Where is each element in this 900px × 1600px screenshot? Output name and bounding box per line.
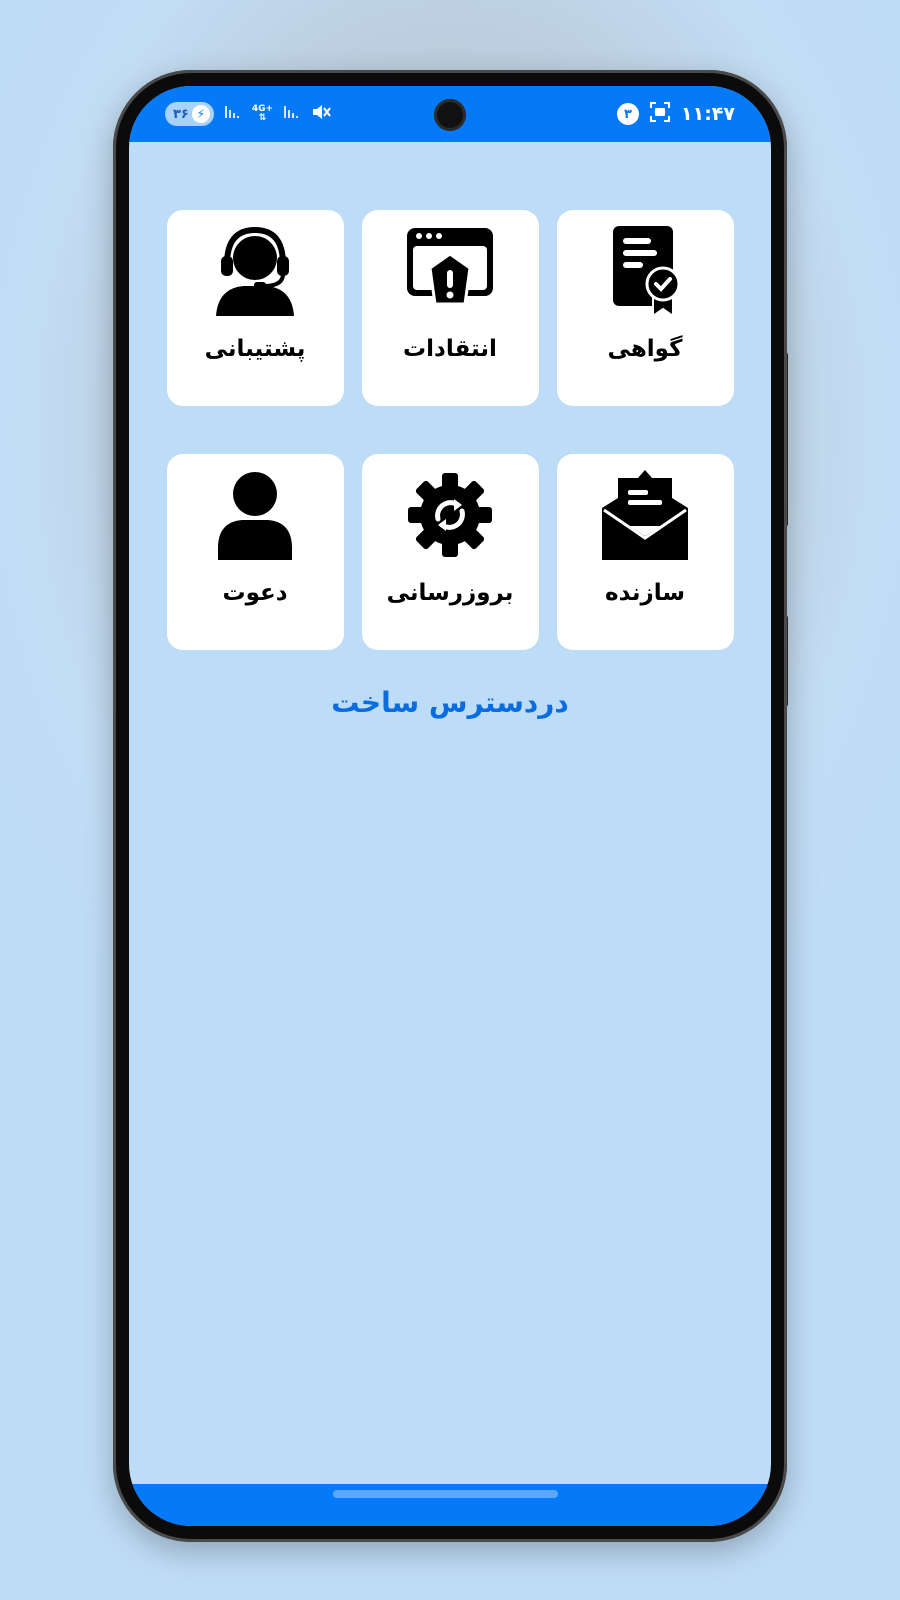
tile-label: سازنده bbox=[605, 580, 685, 606]
status-left: ۳۶ ⚡ 4G+ ⇅ bbox=[165, 102, 331, 127]
home-indicator[interactable] bbox=[333, 1490, 558, 1498]
certificate-icon bbox=[605, 224, 685, 318]
tile-label: گواهی bbox=[607, 336, 683, 362]
tile-developer[interactable]: سازنده bbox=[556, 454, 734, 650]
front-camera bbox=[434, 99, 466, 131]
signal-icon-2 bbox=[283, 104, 301, 124]
tile-grid: گواهی انتقادات پشتیبانی سازنده بروزرسانی… bbox=[129, 210, 771, 650]
phone-frame: ۳۶ ⚡ 4G+ ⇅ ۳ ۱۱:۴۷ گواهی انتقادات پشتیبا… bbox=[113, 70, 787, 1542]
tile-feedback[interactable]: انتقادات bbox=[361, 210, 539, 406]
tile-label: دعوت bbox=[222, 580, 288, 606]
support-headset-icon bbox=[210, 224, 300, 318]
tile-update[interactable]: بروزرسانی bbox=[361, 454, 539, 650]
network-type: 4G+ ⇅ bbox=[252, 105, 273, 123]
update-gear-icon bbox=[405, 468, 495, 562]
tile-label: پشتیبانی bbox=[204, 336, 306, 362]
tile-invite[interactable]: دعوت bbox=[166, 454, 344, 650]
page-title: دردسترس ساخت bbox=[331, 686, 569, 719]
status-right: ۳ ۱۱:۴۷ bbox=[617, 101, 735, 127]
battery-indicator: ۳۶ ⚡ bbox=[165, 102, 214, 126]
clock: ۱۱:۴۷ bbox=[681, 103, 735, 125]
tile-label: بروزرسانی bbox=[386, 580, 514, 606]
signal-icon bbox=[224, 104, 242, 124]
charging-icon: ⚡ bbox=[191, 105, 210, 123]
notification-badge: ۳ bbox=[617, 103, 639, 125]
tile-certificate[interactable]: گواهی bbox=[556, 210, 734, 406]
data-arrows-icon: ⇅ bbox=[258, 113, 267, 123]
tile-support[interactable]: پشتیبانی bbox=[166, 210, 344, 406]
tile-label: انتقادات bbox=[403, 336, 497, 362]
feedback-warning-icon bbox=[405, 224, 495, 318]
screen: ۳۶ ⚡ 4G+ ⇅ ۳ ۱۱:۴۷ گواهی انتقادات پشتیبا… bbox=[129, 86, 771, 1526]
mute-icon bbox=[311, 102, 331, 127]
screenshot-icon bbox=[649, 101, 671, 127]
battery-level: ۳۶ bbox=[173, 106, 189, 122]
user-icon bbox=[210, 468, 300, 562]
envelope-letter-icon bbox=[600, 468, 690, 562]
